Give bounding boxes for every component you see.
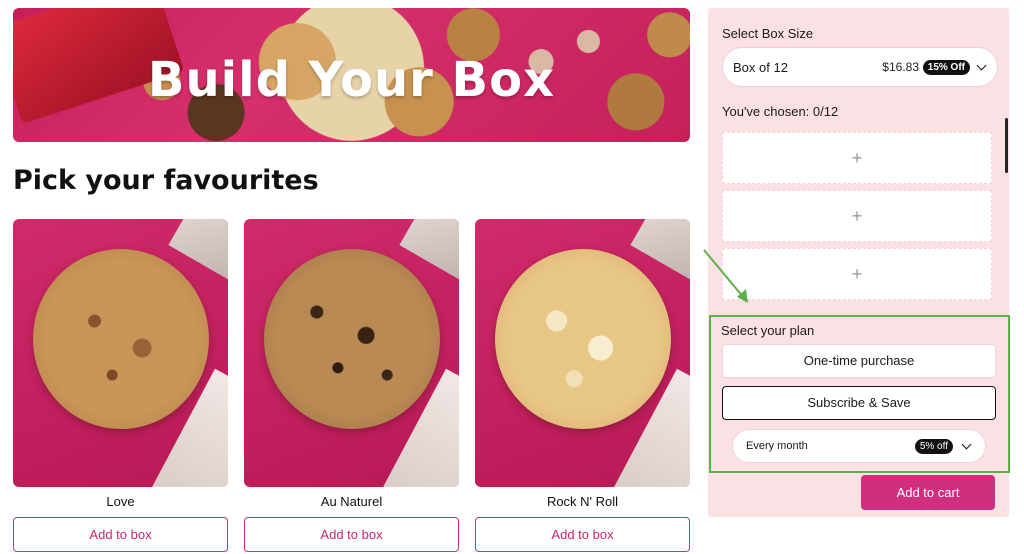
subscribe-save-button[interactable]: Subscribe & Save	[722, 386, 996, 420]
hero-title: Build Your Box	[147, 52, 556, 108]
empty-slot[interactable]: +	[722, 190, 992, 242]
box-size-label: Select Box Size	[722, 26, 814, 41]
product-name: Au Naturel	[320, 494, 383, 509]
plan-label: Select your plan	[721, 323, 815, 338]
empty-slot[interactable]: +	[722, 132, 992, 184]
product-image[interactable]	[244, 219, 459, 487]
box-size-value: Box of 12	[733, 60, 788, 75]
plus-icon: +	[851, 205, 863, 226]
sidebar-scrollbar[interactable]	[1005, 118, 1008, 173]
empty-slot[interactable]: +	[722, 248, 992, 300]
annotation-arrow-icon	[703, 249, 748, 303]
box-size-select[interactable]: Box of 12 $16.83 15% Off	[722, 47, 998, 87]
discount-badge: 15% Off	[922, 60, 970, 75]
frequency-value: Every month	[746, 440, 808, 452]
chevron-down-icon	[961, 439, 972, 450]
chosen-count: 0/12	[812, 104, 839, 119]
add-to-box-button[interactable]: Add to box	[475, 517, 690, 552]
add-to-box-button[interactable]: Add to box	[244, 517, 459, 552]
add-to-box-button[interactable]: Add to box	[13, 517, 228, 552]
cookie-image	[495, 249, 671, 429]
plus-icon: +	[851, 263, 863, 284]
one-time-purchase-button[interactable]: One-time purchase	[722, 344, 996, 378]
product-image[interactable]	[13, 219, 228, 487]
add-to-cart-button[interactable]: Add to cart	[861, 475, 995, 510]
chosen-label: You've chosen:	[722, 104, 810, 119]
product-card-love: Love Add to box	[13, 219, 228, 552]
hero-banner: Build Your Box	[13, 8, 690, 142]
product-image[interactable]	[475, 219, 690, 487]
section-title: Pick your favourites	[13, 165, 319, 196]
box-price: $16.83	[882, 60, 919, 74]
plus-icon: +	[851, 147, 863, 168]
chevron-down-icon	[976, 60, 987, 71]
chosen-counter: You've chosen: 0/12	[722, 104, 838, 119]
frequency-discount-badge: 5% off	[914, 439, 953, 454]
product-card-au-naturel: Au Naturel Add to box	[244, 219, 459, 552]
product-card-rock-n-roll: Rock N' Roll Add to box	[475, 219, 690, 552]
frequency-container: Every month 5% off	[722, 425, 996, 465]
product-name: Rock N' Roll	[546, 494, 619, 509]
cookie-image	[264, 249, 440, 429]
cookie-image	[33, 249, 209, 429]
frequency-select[interactable]: Every month 5% off	[732, 429, 986, 463]
product-name: Love	[106, 494, 135, 509]
